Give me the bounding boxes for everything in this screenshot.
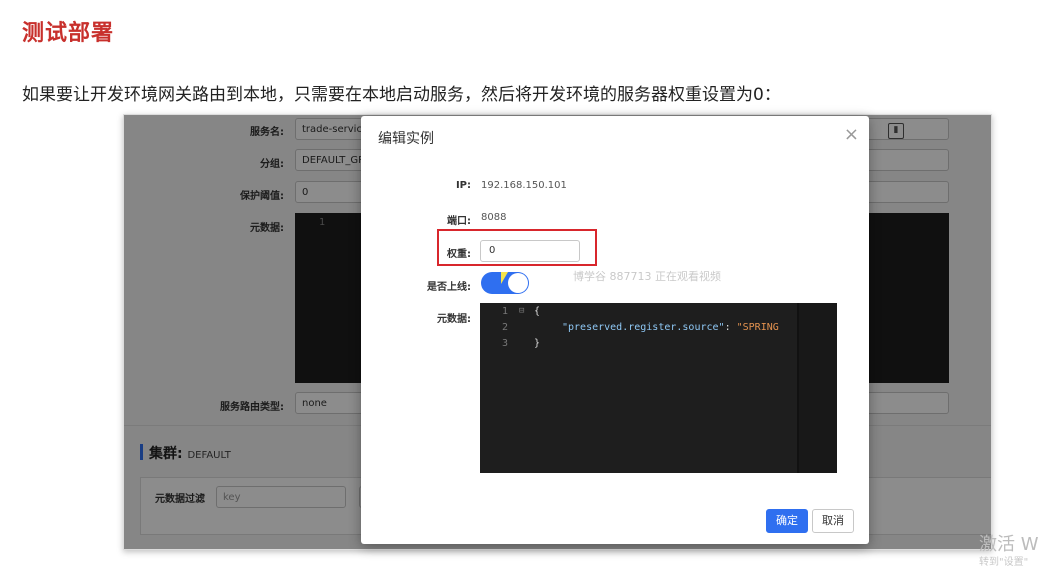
editor-minimap[interactable]	[799, 303, 837, 473]
cancel-button[interactable]: 取消	[812, 509, 854, 533]
modal-metadata-editor[interactable]: 1 ⊟ { 2 "preserved.register.source": "SP…	[480, 303, 837, 473]
doc-title: 测试部署	[22, 21, 115, 46]
close-icon[interactable]: ×	[844, 124, 859, 145]
modal-metadata-label: 元数据:	[437, 314, 471, 325]
line-number: 1	[502, 306, 509, 317]
port-value: 8088	[481, 212, 507, 223]
edit-instance-dialog: 编辑实例 × IP: 192.168.150.101 端口: 8088 权重: …	[361, 116, 869, 544]
json-string: "SPRING	[736, 322, 779, 333]
toggle-knob	[508, 273, 528, 293]
weight-label: 权重:	[447, 249, 471, 260]
json-key: "preserved.register.source"	[562, 322, 725, 333]
ip-label: IP:	[455, 180, 471, 191]
weight-input[interactable]: 0	[480, 240, 580, 262]
port-label: 端口:	[447, 216, 471, 227]
mouse-cursor-icon	[501, 272, 508, 284]
online-label: 是否上线:	[427, 282, 471, 293]
os-activation-subtext: 转到"设置"	[979, 557, 1029, 568]
ip-value: 192.168.150.101	[481, 180, 567, 191]
code-text: {	[534, 306, 541, 317]
doc-intro: 如果要让开发环境网关路由到本地，只需要在本地启动服务，然后将开发环境的服务器权重…	[22, 85, 781, 105]
code-text: "preserved.register.source": "SPRING	[562, 322, 779, 333]
fold-icon[interactable]: ⊟	[519, 306, 524, 316]
line-number: 2	[502, 322, 509, 333]
json-colon: :	[724, 322, 737, 333]
dialog-title: 编辑实例	[378, 131, 434, 147]
line-number: 3	[502, 338, 509, 349]
video-watermark: 博学谷 887713 正在观看视频	[573, 270, 721, 283]
code-text: }	[534, 338, 541, 349]
confirm-button[interactable]: 确定	[766, 509, 808, 533]
